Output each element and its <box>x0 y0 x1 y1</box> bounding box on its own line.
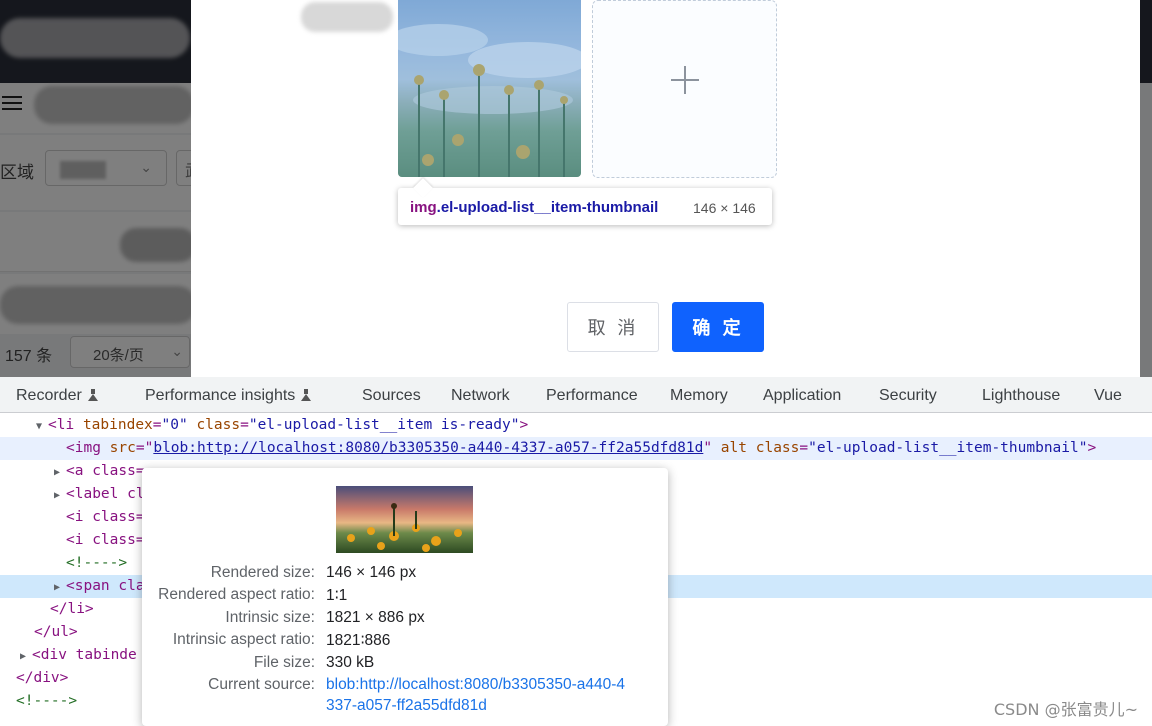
tab-application[interactable]: Application <box>763 387 841 405</box>
current-source-link[interactable]: blob:http://localhost:8080/b3305350-a440… <box>326 676 625 694</box>
tab-performance[interactable]: Performance <box>546 387 638 405</box>
expand-triangle-icon[interactable]: ▶ <box>54 484 66 507</box>
popup-row-current-source: Current source: blob:http://localhost:80… <box>208 676 626 694</box>
devtools-tabs: Recorder Performance insights Sources Ne… <box>0 377 1152 413</box>
tooltip-class: .el-upload-list__item-thumbnail <box>436 199 659 216</box>
expand-triangle-icon[interactable]: ▶ <box>54 576 66 599</box>
sunflower-sunset-image <box>336 486 473 553</box>
element-inspect-tooltip: img.el-upload-list__item-thumbnail 146 ×… <box>398 178 772 225</box>
popup-row-intrinsic-size: Intrinsic size: 1821 × 886 px <box>225 609 425 626</box>
cancel-button[interactable]: 取 消 <box>567 302 659 352</box>
flask-icon <box>301 389 312 401</box>
upload-add-button[interactable] <box>592 0 777 178</box>
popup-row-current-source-cont: 337-a057-ff2a55dfd81d <box>142 697 668 719</box>
dom-node-img[interactable]: <img src="blob:http://localhost:8080/b33… <box>0 437 1152 460</box>
tab-memory[interactable]: Memory <box>670 387 728 405</box>
flask-icon <box>87 389 98 401</box>
upload-dialog: img.el-upload-list__item-thumbnail 146 ×… <box>191 0 1140 377</box>
upload-thumbnail[interactable] <box>398 0 581 177</box>
plus-icon-vertical <box>684 66 686 94</box>
watermark: CSDN @张富贵儿~ <box>993 700 1138 719</box>
tooltip-tag: img.el-upload-list__item-thumbnail <box>410 199 659 216</box>
tab-recorder[interactable]: Recorder <box>16 387 98 405</box>
expand-triangle-icon[interactable]: ▶ <box>54 461 66 484</box>
collapse-triangle-icon[interactable]: ▼ <box>36 415 48 438</box>
image-preview <box>336 486 473 553</box>
expand-triangle-icon[interactable]: ▶ <box>20 645 32 668</box>
current-source-link-cont[interactable]: 337-a057-ff2a55dfd81d <box>326 697 487 715</box>
popup-row-rendered-size: Rendered size: 146 × 146 px <box>210 564 417 581</box>
img-src-link[interactable]: blob:http://localhost:8080/b3305350-a440… <box>153 440 703 456</box>
popup-row-file-size: File size: 330 kB <box>253 654 375 671</box>
tooltip-size: 146 × 146 <box>693 200 756 216</box>
popup-row-intrinsic-ratio: Intrinsic aspect ratio: 1821∶886 <box>172 631 391 649</box>
tab-network[interactable]: Network <box>451 387 510 405</box>
dom-node-li[interactable]: ▼ <li tabindex="0" class="el-upload-list_… <box>0 414 1152 437</box>
tab-lighthouse[interactable]: Lighthouse <box>982 387 1060 405</box>
confirm-button[interactable]: 确 定 <box>672 302 764 352</box>
tab-security[interactable]: Security <box>879 387 937 405</box>
tooltip-arrow <box>413 178 433 198</box>
tab-sources[interactable]: Sources <box>362 387 421 405</box>
popup-row-rendered-ratio: Rendered aspect ratio: 1∶1 <box>158 586 348 604</box>
image-preview-popup: Rendered size: 146 × 146 px Rendered asp… <box>142 468 668 726</box>
inspect-highlight-overlay <box>398 0 581 177</box>
tab-vue[interactable]: Vue <box>1094 387 1122 405</box>
blurred-form-label <box>301 2 393 32</box>
tab-performance-insights[interactable]: Performance insights <box>145 387 312 405</box>
